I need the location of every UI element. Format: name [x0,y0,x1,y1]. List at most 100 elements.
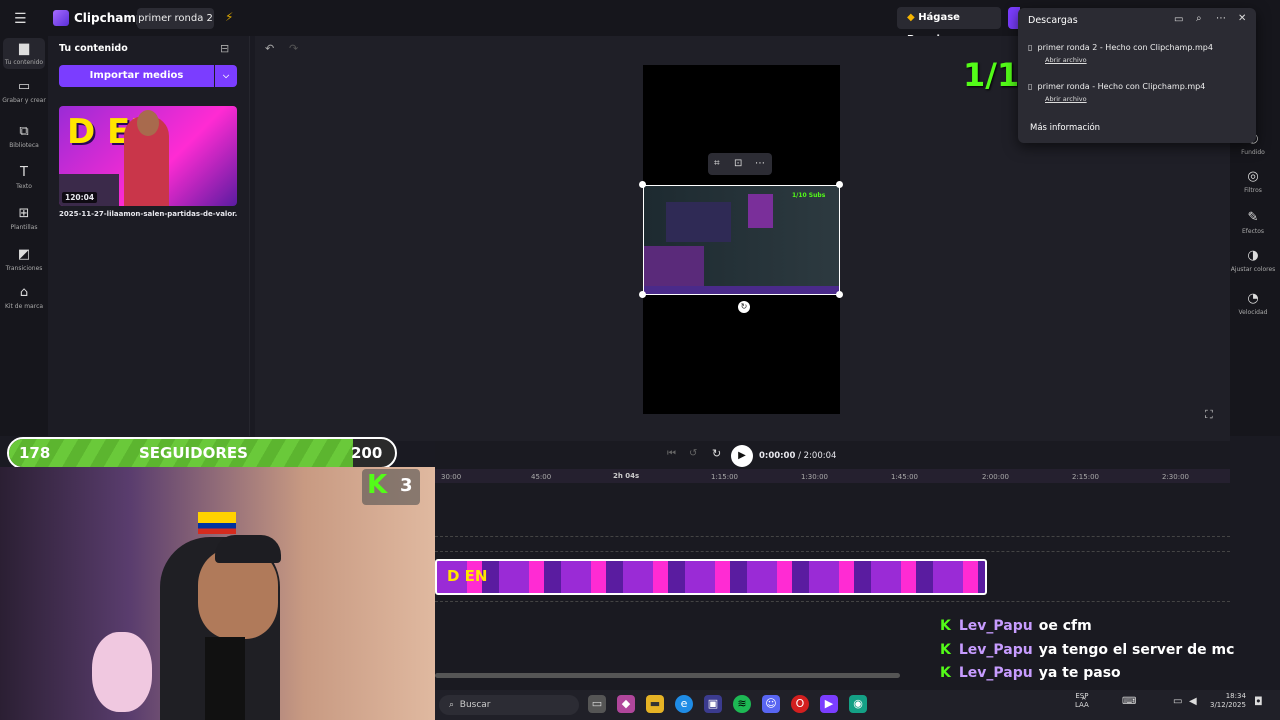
resize-handle[interactable] [639,181,646,188]
more-info-link[interactable]: Más información [1030,123,1100,133]
clock[interactable]: 18:34 3/12/2025 [1210,692,1246,710]
rail-item-effects[interactable]: ✎ Efectos [1230,210,1276,235]
tick-label: 1:15:00 [711,473,738,481]
opera-icon[interactable]: O [791,695,809,713]
more-options-icon[interactable]: ⋯ [1216,13,1226,24]
followers-goal: 200 [351,444,383,462]
undo-icon[interactable]: ↶ [265,42,274,55]
track-line [435,601,1230,602]
store-icon[interactable]: ▣ [704,695,722,713]
download-item[interactable]: ▯ primer ronda - Hecho con Clipchamp.mp4… [1028,82,1205,103]
media-thumbnail[interactable]: D EN 120:04 [59,106,237,206]
followers-current: 178 [19,444,51,462]
rail-item-content[interactable]: ▆ Tu contenido [3,38,45,69]
resize-handle[interactable] [836,291,843,298]
network-icon[interactable]: ▭ [1173,696,1182,707]
app-name: Clipchamp [74,11,145,25]
spotify-icon[interactable]: ≋ [733,695,751,713]
play-button[interactable]: ▶ [731,445,753,467]
discord-icon[interactable]: ☺ [762,695,780,713]
rail-item-templates[interactable]: ⊞ Plantillas [0,206,48,231]
rotate-icon[interactable]: ↻ [738,301,750,313]
project-name-input[interactable]: primer ronda 2 [137,8,214,29]
download-item[interactable]: ▯ primer ronda 2 - Hecho con Clipchamp.m… [1028,43,1213,64]
kick-icon: K [940,665,951,681]
clipchamp-taskbar-icon[interactable]: ▶ [820,695,838,713]
task-view-icon[interactable]: ▭ [588,695,606,713]
tray-chevron-up-icon[interactable]: ⌃ [1080,697,1088,707]
tick-label: 1:30:00 [801,473,828,481]
rail-item-speed[interactable]: ◔ Velocidad [1230,291,1276,316]
microphone [205,637,245,720]
notification-icon[interactable]: ◘ [1254,695,1263,708]
resize-handle[interactable] [639,291,646,298]
kick-badge: K 3 [362,469,420,505]
plush-toy [92,632,152,712]
skip-back-icon[interactable]: ⏮ [667,448,676,459]
ruler [435,469,1230,483]
crop-icon[interactable]: ⌗ [714,153,720,175]
followers-label: SEGUIDORES [139,444,248,462]
volume-icon[interactable]: ◀ [1189,696,1197,707]
file-explorer-icon[interactable]: ▬ [646,695,664,713]
ecuador-flag [198,512,236,534]
collapse-panel-icon[interactable]: ⊟ [220,42,229,55]
rail-item-library[interactable]: ⧉ Biblioteca [0,124,48,149]
rail-item-filters[interactable]: ◎ Filtros [1230,169,1276,194]
fit-icon[interactable]: ⊡ [734,153,742,175]
speed-icon: ◔ [1247,291,1259,306]
content-panel: Tu contenido ⊟ Importar medios ⌵ D EN 12… [48,36,250,436]
clip-text: D EN [447,567,488,585]
open-file-link[interactable]: Abrir archivo [1045,56,1213,64]
tick-label: 45:00 [531,473,552,481]
library-icon: ⧉ [19,124,29,139]
rail-item-record[interactable]: ▭ Grabar y crear [0,79,48,104]
kick-count: 3 [400,475,413,496]
search-icon: ⌕ [449,700,455,710]
downloads-panel: Descargas ▭ ⌕ ⋯ ✕ ▯ primer ronda 2 - Hec… [1018,8,1256,143]
hamburger-menu-icon[interactable]: ☰ [14,11,27,27]
transitions-icon: ◩ [17,247,31,262]
timeline-scrollbar[interactable] [435,673,900,678]
clip-toolbar: ⌗ ⊡ ⋯ [708,153,772,175]
video-clip-track[interactable]: D EN [435,559,987,595]
left-rail: ▆ Tu contenido ▭ Grabar y crear ⧉ Bibliotec… [0,36,48,436]
kick-icon: K [940,618,951,634]
kick-icon: K [940,642,951,658]
copilot-icon[interactable]: ◆ [617,695,635,713]
edge-icon[interactable]: e [675,695,693,713]
selected-clip[interactable]: 1/10 Subs [643,185,840,295]
import-media-button[interactable]: Importar medios [59,65,214,87]
rewind-icon[interactable]: ↺ [689,448,697,459]
redo-icon[interactable]: ↷ [289,42,298,55]
effects-icon: ✎ [1247,210,1259,225]
open-file-link[interactable]: Abrir archivo [1045,95,1205,103]
forward-icon[interactable]: ↻ [712,447,721,460]
adjust-colors-icon: ◑ [1247,248,1259,263]
taskbar-search[interactable]: ⌕ Buscar [439,695,579,715]
premium-button[interactable]: ◆ Hágase Premium [897,7,1001,45]
import-dropdown-chevron-down-icon[interactable]: ⌵ [215,65,237,87]
open-folder-icon[interactable]: ▭ [1174,14,1183,25]
tick-label: 2:30:00 [1162,473,1189,481]
rail-item-brand-kit[interactable]: ⌂ Kit de marca [0,285,48,310]
panel-title: Tu contenido [59,43,128,54]
clipchamp-logo-icon [53,10,69,26]
chat-message: K Lev_Papu oe cfm [940,618,1092,634]
close-icon[interactable]: ✕ [1238,13,1246,24]
no-sync-icon[interactable]: ⚡ [225,10,233,24]
rail-item-transitions[interactable]: ◩ Transiciones [0,247,48,272]
app-icon[interactable]: ◉ [849,695,867,713]
more-icon[interactable]: ⋯ [755,153,765,175]
rail-item-adjust-colors[interactable]: ◑ Ajustar colores [1230,248,1276,273]
file-icon: ▯ [1028,82,1033,91]
rail-item-text[interactable]: T Texto [0,165,48,190]
fullscreen-icon[interactable]: ⛶ [1205,408,1213,422]
tick-label: 30:00 [441,473,462,481]
search-icon[interactable]: ⌕ [1196,13,1202,24]
track-line [435,551,1230,552]
folder-icon: ▆ [19,41,29,56]
keyboard-icon[interactable]: ⌨ [1122,696,1136,707]
nested-cam [644,246,704,286]
resize-handle[interactable] [836,181,843,188]
